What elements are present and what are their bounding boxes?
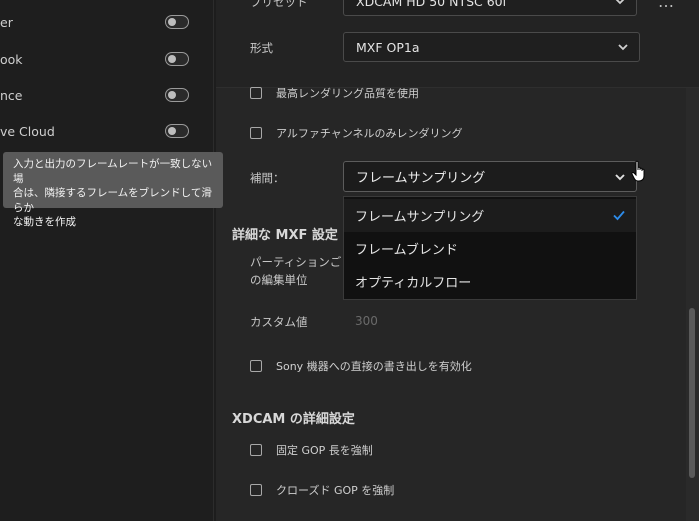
partition-label-line1: パーティションごと bbox=[250, 255, 353, 269]
publish-item-label: ve Cloud bbox=[0, 123, 55, 139]
hand-pointer-icon bbox=[631, 160, 645, 182]
max-render-quality-checkbox[interactable]: 最高レンダリング品質を使用 bbox=[250, 85, 419, 101]
tooltip-line: な動きを作成 bbox=[13, 216, 76, 228]
publish-toggle[interactable] bbox=[165, 88, 189, 102]
checkbox-label: Sony 機器への直接の書き出しを有効化 bbox=[276, 360, 472, 373]
publish-toggle[interactable] bbox=[165, 52, 189, 66]
checkbox[interactable] bbox=[250, 444, 262, 456]
interpolation-tooltip: 入力と出力のフレームレートが一致しない場 合は、隣接するフレームをブレンドして滑… bbox=[3, 152, 223, 228]
chevron-down-icon bbox=[618, 44, 628, 51]
checkbox-label: 固定 GOP 長を強制 bbox=[276, 444, 373, 457]
custom-value-field[interactable]: 300 bbox=[355, 314, 378, 328]
interpolation-select[interactable]: フレームサンプリング bbox=[343, 161, 637, 192]
partition-label-line2: の編集単位 bbox=[250, 273, 308, 287]
video-settings-section: 最高レンダリング品質を使用 アルファチャンネルのみレンダリング 補間： 詳細な … bbox=[216, 85, 686, 521]
dropdown-option-optical-flow[interactable]: オプティカルフロー bbox=[344, 265, 636, 298]
checkbox-label: クローズド GOP を強制 bbox=[276, 484, 395, 497]
publish-toggle[interactable] bbox=[165, 15, 189, 29]
preset-label: プリセット bbox=[250, 0, 308, 9]
interpolation-label: 補間： bbox=[250, 171, 285, 185]
preset-value: XDCAM HD 50 NTSC 60i bbox=[356, 0, 507, 9]
publish-toggle[interactable] bbox=[165, 124, 189, 138]
option-label: オプティカルフロー bbox=[355, 276, 472, 291]
publish-row-1: er bbox=[0, 10, 214, 34]
tooltip-line: 入力と出力のフレームレートが一致しない場 bbox=[13, 158, 213, 185]
export-settings-panel: プリセット XDCAM HD 50 NTSC 60i … 形式 MXF OP1a… bbox=[216, 0, 699, 521]
publish-item-label: nce bbox=[0, 87, 23, 103]
xdcam-settings-heading: XDCAM の詳細設定 bbox=[232, 412, 355, 427]
custom-value-label: カスタム値 bbox=[250, 315, 308, 329]
sony-direct-export-checkbox[interactable]: Sony 機器への直接の書き出しを有効化 bbox=[250, 358, 472, 374]
checkbox[interactable] bbox=[250, 87, 262, 99]
checkbox[interactable] bbox=[250, 127, 262, 139]
chevron-down-icon bbox=[615, 174, 625, 181]
interpolation-value: フレームサンプリング bbox=[356, 171, 486, 186]
render-alpha-only-checkbox[interactable]: アルファチャンネルのみレンダリング bbox=[250, 125, 463, 141]
option-label: フレームブレンド bbox=[355, 243, 458, 258]
dropdown-option-frame-blend[interactable]: フレームブレンド bbox=[344, 232, 636, 265]
publish-row-4: ve Cloud bbox=[0, 119, 214, 143]
format-value: MXF OP1a bbox=[356, 39, 420, 55]
interpolation-dropdown-menu: フレームサンプリング フレームブレンド オプティカルフロー bbox=[343, 196, 637, 300]
format-label: 形式 bbox=[250, 41, 273, 55]
checkbox[interactable] bbox=[250, 360, 262, 372]
format-select[interactable]: MXF OP1a bbox=[343, 32, 640, 62]
checkbox-label: アルファチャンネルのみレンダリング bbox=[276, 127, 463, 140]
scrollbar[interactable] bbox=[686, 88, 699, 521]
checkmark-icon bbox=[613, 210, 625, 221]
force-fixed-gop-checkbox[interactable]: 固定 GOP 長を強制 bbox=[250, 442, 373, 458]
scroll-thumb[interactable] bbox=[689, 308, 695, 478]
chevron-down-icon bbox=[615, 0, 625, 5]
publish-row-3: nce bbox=[0, 83, 214, 107]
more-options-button[interactable]: … bbox=[658, 0, 675, 11]
publish-panel: er ook nce ve Cloud bbox=[0, 0, 214, 521]
mxf-settings-heading: 詳細な MXF 設定 bbox=[232, 228, 338, 243]
publish-item-label: er bbox=[0, 14, 13, 30]
publish-row-2: ook bbox=[0, 47, 214, 71]
dropdown-option-frame-sampling[interactable]: フレームサンプリング bbox=[344, 199, 636, 232]
preset-select[interactable]: XDCAM HD 50 NTSC 60i bbox=[343, 0, 637, 16]
publish-item-label: ook bbox=[0, 51, 23, 67]
tooltip-line: 合は、隣接するフレームをブレンドして滑らか bbox=[13, 187, 212, 214]
format-section: プリセット XDCAM HD 50 NTSC 60i … 形式 MXF OP1a bbox=[216, 0, 699, 88]
checkbox-label: 最高レンダリング品質を使用 bbox=[276, 87, 419, 100]
option-label: フレームサンプリング bbox=[355, 210, 485, 225]
checkbox[interactable] bbox=[250, 484, 262, 496]
force-closed-gop-checkbox[interactable]: クローズド GOP を強制 bbox=[250, 482, 394, 498]
